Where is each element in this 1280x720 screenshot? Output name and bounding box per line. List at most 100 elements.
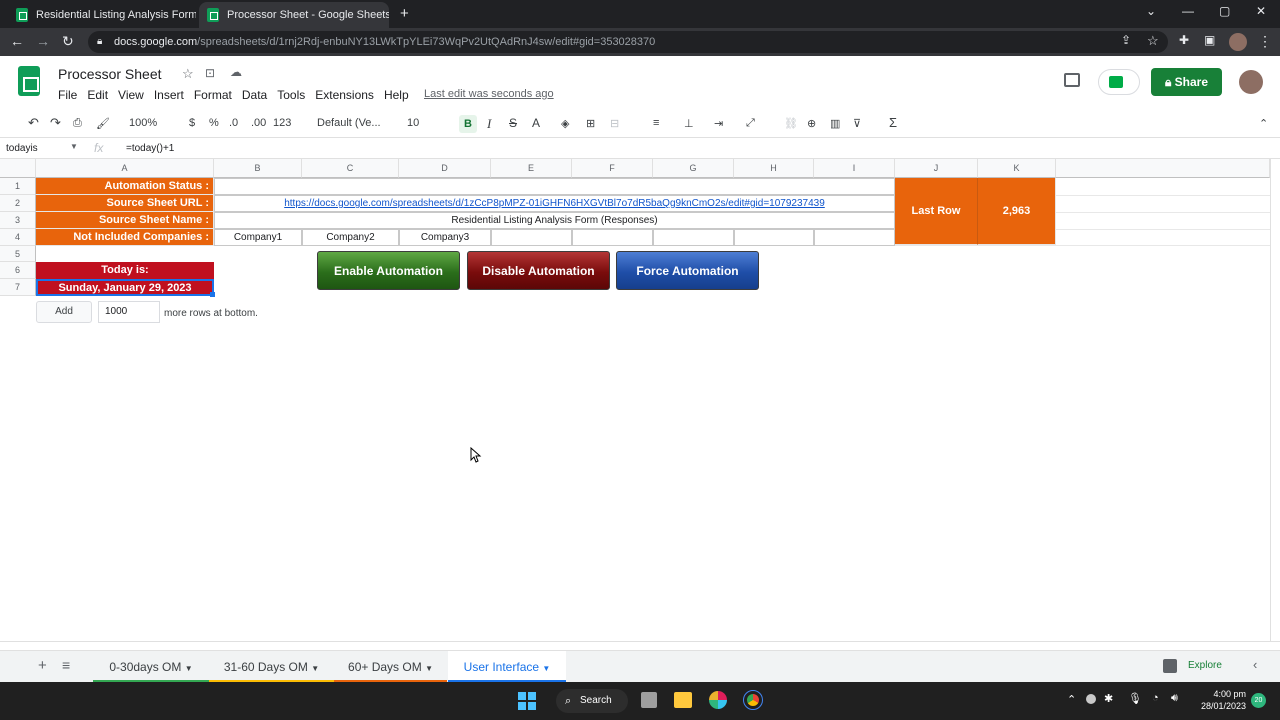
- volume-icon[interactable]: 🔊︎: [1171, 692, 1178, 705]
- decrease-decimal-button[interactable]: .0: [229, 117, 238, 129]
- empty-company-cell[interactable]: [734, 229, 814, 246]
- menu-edit[interactable]: Edit: [87, 88, 108, 102]
- today-label-cell[interactable]: Today is:: [36, 262, 214, 279]
- disable-automation-button[interactable]: Disable Automation: [467, 251, 610, 290]
- sheet-tab-user-interface[interactable]: User Interface ▼: [448, 651, 566, 683]
- empty-company-cell[interactable]: [814, 229, 895, 246]
- taskbar-clock[interactable]: 4:00 pm 28/01/2023: [1196, 688, 1246, 712]
- star-icon[interactable]: ☆: [182, 66, 194, 82]
- insert-chart-icon[interactable]: ▥: [830, 117, 840, 130]
- name-box-dropdown-icon[interactable]: ▼: [70, 142, 78, 151]
- document-title[interactable]: Processor Sheet: [58, 66, 162, 82]
- strikethrough-button[interactable]: S: [509, 116, 517, 130]
- zoom-select[interactable]: 100%: [129, 117, 157, 129]
- empty-company-cell[interactable]: [572, 229, 653, 246]
- column-header-f[interactable]: F: [572, 159, 653, 178]
- select-all-corner[interactable]: [0, 159, 36, 178]
- browser-tab-processor[interactable]: Processor Sheet - Google Sheets ✕: [199, 2, 389, 28]
- insert-comment-icon[interactable]: ⊕: [807, 117, 816, 130]
- comment-history-icon[interactable]: [1064, 73, 1080, 87]
- automation-status-cell[interactable]: [214, 178, 895, 195]
- reload-icon[interactable]: ↻: [62, 33, 74, 50]
- sheets-logo-icon[interactable]: [18, 66, 40, 96]
- print-icon[interactable]: ⎙: [73, 117, 82, 130]
- slack-tray-icon[interactable]: ✱: [1104, 692, 1113, 705]
- menu-file[interactable]: File: [58, 88, 77, 102]
- column-header-k[interactable]: K: [978, 159, 1056, 178]
- menu-view[interactable]: View: [118, 88, 144, 102]
- row-header-2[interactable]: 2: [0, 195, 36, 212]
- chrome-icon[interactable]: [743, 690, 763, 710]
- column-header-c[interactable]: C: [302, 159, 399, 178]
- last-edit-link[interactable]: Last edit was seconds ago: [424, 88, 554, 100]
- row-header-5[interactable]: 5: [0, 246, 36, 262]
- menu-help[interactable]: Help: [384, 88, 409, 102]
- insert-link-icon[interactable]: ⛓: [784, 117, 798, 130]
- new-tab-icon[interactable]: +: [400, 5, 409, 22]
- merge-cells-icon[interactable]: ⊟: [610, 117, 619, 130]
- column-header-a[interactable]: A: [36, 159, 214, 178]
- horizontal-scrollbar[interactable]: [0, 641, 1280, 650]
- vertical-scrollbar[interactable]: [1270, 159, 1280, 641]
- horizontal-align-icon[interactable]: ≡: [653, 117, 659, 129]
- browser-tab-residential[interactable]: Residential Listing Analysis Form ✕: [8, 2, 196, 28]
- row-header-6[interactable]: 6: [0, 262, 36, 279]
- forward-icon[interactable]: →: [36, 33, 50, 49]
- slack-icon[interactable]: [709, 691, 727, 709]
- chrome-menu-icon[interactable]: ⋮: [1258, 33, 1272, 50]
- undo-icon[interactable]: ↶: [28, 115, 39, 131]
- sheet-tab-31-60-days[interactable]: 31-60 Days OM ▼: [209, 651, 334, 683]
- cell-a4[interactable]: Not Included Companies :: [36, 229, 214, 246]
- tray-app-icon[interactable]: [1086, 694, 1096, 704]
- show-hidden-icons-icon[interactable]: ⌃: [1067, 693, 1076, 706]
- file-explorer-icon[interactable]: [674, 692, 692, 708]
- empty-company-cell[interactable]: [491, 229, 572, 246]
- share-page-icon[interactable]: ⇪: [1121, 33, 1131, 47]
- windows-start-icon[interactable]: [518, 692, 536, 710]
- column-header-g[interactable]: G: [653, 159, 734, 178]
- empty-company-cell[interactable]: [653, 229, 734, 246]
- column-header-d[interactable]: D: [399, 159, 491, 178]
- row-header-4[interactable]: 4: [0, 229, 36, 246]
- company1-cell[interactable]: Company1: [214, 229, 302, 246]
- cell-a1[interactable]: Automation Status :: [36, 178, 214, 195]
- extensions-icon[interactable]: ✚: [1179, 33, 1189, 47]
- minimize-icon[interactable]: —: [1182, 4, 1194, 18]
- functions-icon[interactable]: Σ: [889, 115, 897, 130]
- bold-button[interactable]: B: [459, 115, 477, 133]
- currency-format-button[interactable]: $: [189, 117, 195, 129]
- font-select[interactable]: Default (Ve...: [317, 117, 381, 129]
- redo-icon[interactable]: ↷: [50, 115, 61, 131]
- bookmark-star-icon[interactable]: ☆: [1147, 33, 1159, 49]
- selection-handle[interactable]: [210, 292, 215, 297]
- share-button[interactable]: 🔒︎ Share: [1151, 68, 1222, 96]
- column-header-b[interactable]: B: [214, 159, 302, 178]
- more-formats-button[interactable]: 123: [273, 117, 291, 129]
- sheet-tab-0-30days[interactable]: 0-30days OM ▼: [93, 651, 209, 683]
- maximize-icon[interactable]: ▢: [1219, 4, 1230, 18]
- percent-format-button[interactable]: %: [209, 117, 219, 129]
- company3-cell[interactable]: Company3: [399, 229, 491, 246]
- source-name-cell[interactable]: Residential Listing Analysis Form (Respo…: [214, 212, 895, 229]
- formula-input[interactable]: =today()+1: [126, 143, 174, 154]
- vertical-align-icon[interactable]: ⊥: [684, 117, 694, 130]
- row-header-1[interactable]: 1: [0, 178, 36, 195]
- microphone-icon[interactable]: 🎙︎: [1128, 692, 1142, 705]
- column-header-h[interactable]: H: [734, 159, 814, 178]
- force-automation-button[interactable]: Force Automation: [616, 251, 759, 290]
- menu-format[interactable]: Format: [194, 88, 232, 102]
- taskbar-search[interactable]: ⌕ Search: [556, 689, 628, 713]
- menu-extensions[interactable]: Extensions: [315, 88, 374, 102]
- add-rows-button[interactable]: Add: [36, 301, 92, 323]
- cell-a2[interactable]: Source Sheet URL :: [36, 195, 214, 212]
- close-window-icon[interactable]: ✕: [1256, 4, 1266, 18]
- fill-color-icon[interactable]: ◈: [561, 117, 569, 130]
- paint-format-icon[interactable]: 🖌︎: [96, 117, 110, 130]
- notification-badge[interactable]: 20: [1251, 693, 1266, 708]
- name-box[interactable]: todayis: [6, 143, 38, 154]
- back-icon[interactable]: ←: [10, 33, 24, 49]
- profile-avatar[interactable]: [1229, 33, 1247, 51]
- row-header-7[interactable]: 7: [0, 279, 36, 296]
- increase-decimal-button[interactable]: .00: [251, 117, 266, 129]
- source-url-cell[interactable]: https://docs.google.com/spreadsheets/d/1…: [214, 195, 895, 212]
